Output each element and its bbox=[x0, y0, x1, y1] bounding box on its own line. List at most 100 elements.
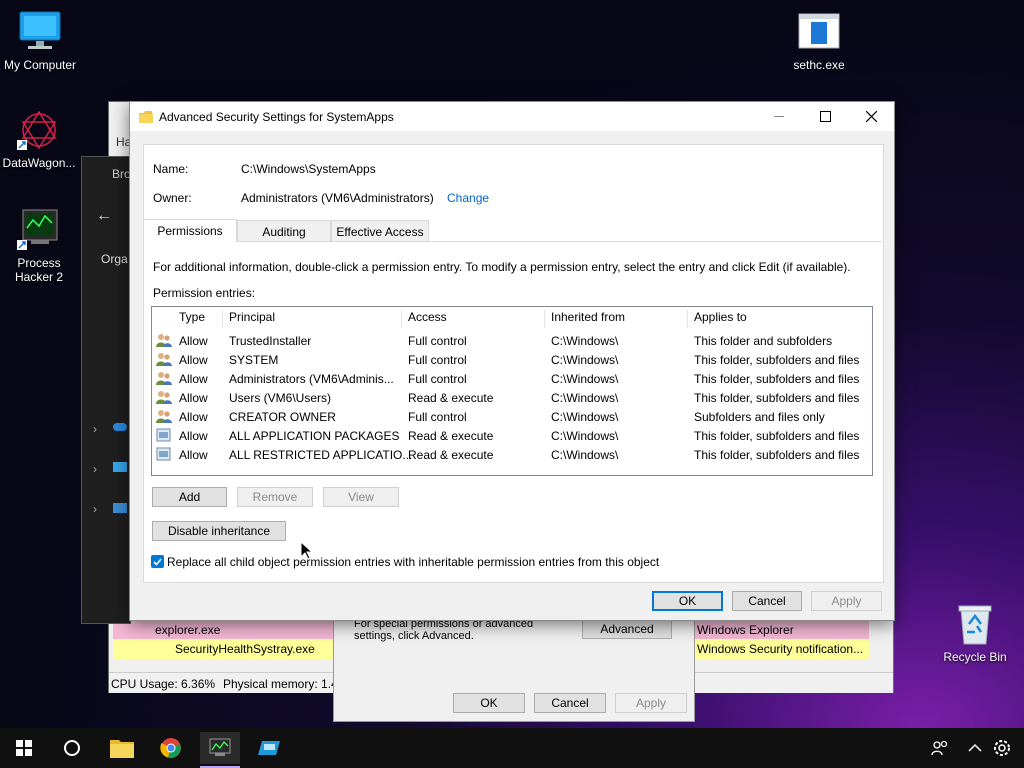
explorer-organize[interactable]: Orga bbox=[101, 252, 128, 266]
permission-entries-list[interactable]: Type Principal Access Inherited from App… bbox=[151, 306, 873, 476]
entry-inherited: C:\Windows\ bbox=[551, 372, 619, 386]
entry-inherited: C:\Windows\ bbox=[551, 429, 619, 443]
cancel-button[interactable]: Cancel bbox=[732, 591, 802, 611]
settings-button[interactable] bbox=[982, 732, 1022, 764]
process-hacker-icon bbox=[209, 738, 231, 756]
user-group-icon bbox=[156, 333, 172, 347]
add-button[interactable]: Add bbox=[152, 487, 227, 507]
entry-principal: CREATOR OWNER bbox=[229, 410, 336, 424]
ph-cpu-usage: CPU Usage: 6.36% bbox=[111, 677, 216, 691]
permission-entry-row[interactable]: Allow CREATOR OWNER Full control C:\Windows… bbox=[152, 407, 870, 426]
entry-access: Full control bbox=[408, 372, 467, 386]
permission-entry-row[interactable]: Allow SYSTEM Full control C:\Windows\ This f… bbox=[152, 350, 870, 369]
entry-principal: SYSTEM bbox=[229, 353, 279, 367]
tab-effective-access[interactable]: Effective Access bbox=[331, 220, 429, 242]
cloud-icon bbox=[113, 423, 127, 431]
column-header-inherited[interactable]: Inherited from bbox=[545, 310, 688, 328]
replace-child-permissions-label[interactable]: Replace all child object permission entr… bbox=[167, 555, 659, 569]
name-value: C:\Windows\SystemApps bbox=[241, 162, 376, 176]
desktop-icon-my-computer[interactable]: My Computer bbox=[0, 10, 80, 72]
entry-applies: This folder, subfolders and files bbox=[694, 391, 860, 405]
back-arrow-icon[interactable]: ← bbox=[96, 207, 112, 225]
disable-inheritance-button[interactable]: Disable inheritance bbox=[152, 521, 286, 541]
entry-type: Allow bbox=[179, 448, 208, 462]
entry-principal: Administrators (VM6\Adminis... bbox=[229, 372, 394, 386]
dialog-titlebar[interactable]: Advanced Security Settings for SystemApp… bbox=[130, 102, 894, 131]
entry-type: Allow bbox=[179, 353, 208, 367]
permission-entry-row[interactable]: Allow ALL APPLICATION PACKAGES Read & exec… bbox=[152, 426, 870, 445]
desktop-icon-label: Process Hacker 2 bbox=[14, 256, 64, 284]
properties-apply-button[interactable]: Apply bbox=[615, 693, 687, 713]
ph-row-explorer[interactable]: explorer.exe bbox=[113, 621, 341, 639]
entry-inherited: C:\Windows\ bbox=[551, 448, 619, 462]
pc-icon bbox=[113, 462, 127, 472]
column-header-principal[interactable]: Principal bbox=[223, 310, 402, 328]
people-button[interactable] bbox=[920, 732, 960, 764]
desktop-icon-recycle-bin[interactable]: Recycle Bin bbox=[935, 602, 1015, 664]
column-header-access[interactable]: Access bbox=[402, 310, 545, 328]
properties-ok-button[interactable]: OK bbox=[453, 693, 525, 713]
maximize-button[interactable] bbox=[802, 102, 848, 131]
tab-auditing[interactable]: Auditing bbox=[237, 220, 331, 242]
permission-entry-row[interactable]: Allow Users (VM6\Users) Read & execute C:\W… bbox=[152, 388, 870, 407]
entry-inherited: C:\Windows\ bbox=[551, 410, 619, 424]
desktop-icon-process-hacker[interactable]: Process Hacker 2 bbox=[0, 208, 79, 284]
properties-info-text: For special permissions or advanced sett… bbox=[354, 618, 534, 642]
entry-applies: This folder and subfolders bbox=[694, 334, 833, 348]
properties-dialog[interactable]: For special permissions or advanced sett… bbox=[333, 612, 695, 722]
change-owner-link[interactable]: Change bbox=[447, 191, 489, 205]
entry-principal: ALL RESTRICTED APPLICATIO... bbox=[229, 448, 413, 462]
datawagon-logo-icon bbox=[17, 108, 61, 152]
start-button[interactable] bbox=[4, 732, 44, 764]
entry-applies: This folder, subfolders and files bbox=[694, 353, 860, 367]
process-hacker-icon bbox=[17, 208, 61, 252]
column-header-type[interactable]: Type bbox=[173, 310, 223, 328]
taskbar-chrome[interactable] bbox=[151, 732, 191, 764]
owner-value: Administrators (VM6\Administrators) bbox=[241, 191, 434, 205]
entry-principal: TrustedInstaller bbox=[229, 334, 312, 348]
column-header-applies[interactable]: Applies to bbox=[688, 310, 870, 328]
entry-access: Full control bbox=[408, 410, 467, 424]
permission-entry-row[interactable]: Allow TrustedInstaller Full control C:\Wind… bbox=[152, 331, 870, 350]
advanced-button[interactable]: Advanced bbox=[582, 619, 672, 639]
chevron-right-icon[interactable]: › bbox=[93, 462, 97, 476]
windows-logo-icon bbox=[16, 740, 32, 756]
minimize-button[interactable] bbox=[756, 102, 802, 131]
recycle-bin-icon bbox=[953, 602, 997, 646]
checkmark-icon bbox=[153, 558, 162, 566]
replace-child-permissions-checkbox[interactable] bbox=[151, 555, 164, 568]
ph-row-securityhealth[interactable]: SecurityHealthSystray.exe bbox=[113, 639, 341, 659]
ph-process-name: explorer.exe bbox=[155, 623, 221, 637]
properties-cancel-button[interactable]: Cancel bbox=[534, 693, 606, 713]
chevron-right-icon[interactable]: › bbox=[93, 422, 97, 436]
taskbar-app[interactable] bbox=[249, 732, 289, 764]
chevron-right-icon[interactable]: › bbox=[93, 502, 97, 516]
tab-permissions[interactable]: Permissions bbox=[143, 219, 237, 242]
taskbar bbox=[0, 728, 1024, 768]
advanced-security-dialog[interactable]: Advanced Security Settings for SystemApp… bbox=[129, 101, 895, 621]
desktop-icon-datawagon[interactable]: DataWagon... bbox=[0, 108, 79, 170]
view-button[interactable]: View bbox=[323, 487, 399, 507]
network-icon bbox=[113, 503, 127, 513]
entry-access: Read & execute bbox=[408, 429, 494, 443]
taskbar-process-hacker[interactable] bbox=[200, 732, 240, 768]
apply-button[interactable]: Apply bbox=[811, 591, 882, 611]
remove-button[interactable]: Remove bbox=[237, 487, 313, 507]
search-button[interactable] bbox=[52, 732, 92, 764]
ph-row-desc-securityhealth: Windows Security notification... bbox=[695, 639, 869, 659]
close-button[interactable] bbox=[848, 102, 894, 131]
desktop-icon-label: Recycle Bin bbox=[943, 650, 1007, 664]
permission-entry-row[interactable]: Allow Administrators (VM6\Adminis... Full … bbox=[152, 369, 870, 388]
mouse-cursor-icon bbox=[300, 541, 312, 560]
desktop-icon-sethc[interactable]: sethc.exe bbox=[779, 10, 859, 72]
permission-entry-row[interactable]: Allow ALL RESTRICTED APPLICATIO... Read & … bbox=[152, 445, 870, 464]
gear-icon bbox=[994, 740, 1010, 756]
ok-button[interactable]: OK bbox=[652, 591, 723, 611]
desktop-icon-label: DataWagon... bbox=[2, 156, 76, 170]
entry-applies: This folder, subfolders and files bbox=[694, 429, 860, 443]
explorer-window[interactable]: Bro ← Orga › › › bbox=[81, 156, 131, 624]
taskbar-file-explorer[interactable] bbox=[102, 732, 142, 764]
desktop-icon-label: My Computer bbox=[3, 58, 77, 72]
user-group-icon bbox=[156, 390, 172, 404]
entry-applies: This folder, subfolders and files bbox=[694, 448, 860, 462]
